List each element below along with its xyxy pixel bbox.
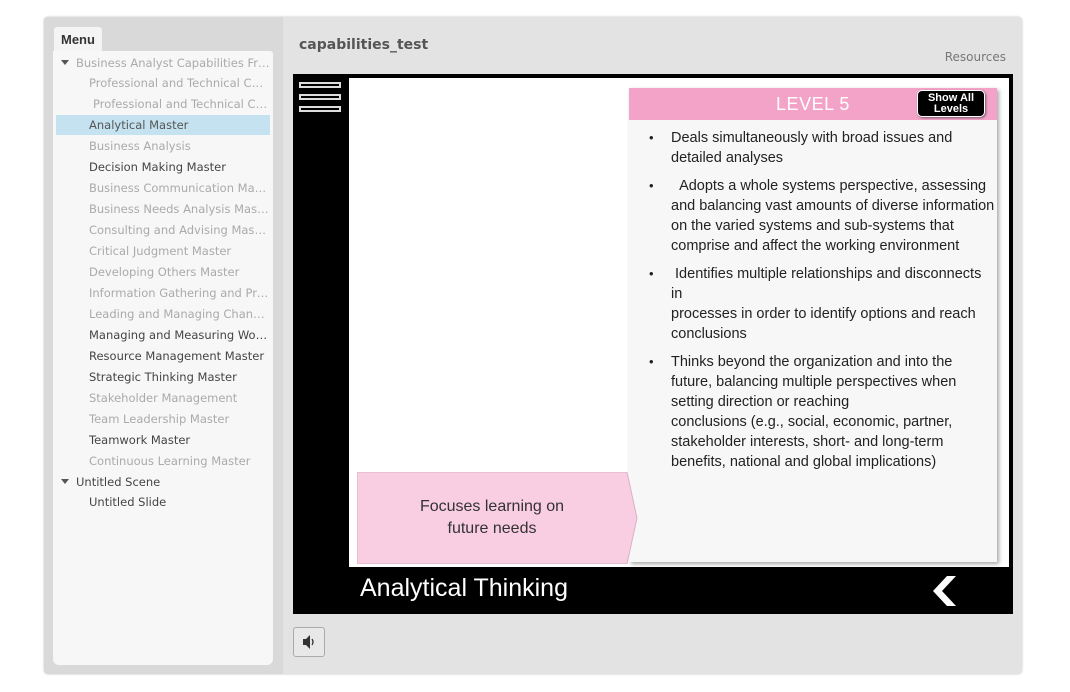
bullet-item: Adopts a whole systems perspective, asse… — [649, 176, 995, 256]
menu-item-slide[interactable]: Resource Management Master — [56, 346, 270, 366]
level-bullet-list: Deals simultaneously with broad issues a… — [649, 128, 995, 480]
project-title: capabilities_test — [299, 37, 429, 53]
menu-item-slide[interactable]: Business Analysis — [56, 136, 270, 156]
speaker-icon — [303, 635, 314, 649]
level-panel: LEVEL 5 Show All Levels Deals simultaneo… — [629, 88, 997, 562]
audio-button[interactable] — [293, 627, 325, 657]
menu-item-slide[interactable]: Professional and Technical Cap... — [56, 73, 270, 93]
menu-item-slide[interactable]: Decision Making Master — [56, 157, 270, 177]
menu-item-slide[interactable]: Teamwork Master — [56, 430, 270, 450]
menu-item-scene-capabilities[interactable]: Business Analyst Capabilities Fra... — [56, 53, 270, 73]
menu-item-slide[interactable]: Leading and Managing Change ... — [56, 304, 270, 324]
callout-line1: Focuses learning on — [419, 498, 565, 515]
chevron-left-icon[interactable] — [925, 574, 959, 608]
bullet-item: Thinks beyond the organization and into … — [649, 352, 995, 472]
slide-stage: LEVEL 5 Show All Levels Deals simultaneo… — [293, 74, 1013, 614]
sidebar: Menu Business Analyst Capabilities Fra..… — [44, 17, 283, 674]
main-area: capabilities_test Resources LEVEL 5 Show… — [283, 17, 1022, 674]
menu-item-slide[interactable]: Managing and Measuring Work ... — [56, 325, 270, 345]
menu-item-slide[interactable]: Critical Judgment Master — [56, 241, 270, 261]
menu-panel: Business Analyst Capabilities Fra... Pro… — [53, 51, 273, 665]
callout-text: Focuses learning on future needs — [357, 472, 627, 564]
callout-arrow-box: Focuses learning on future needs — [357, 472, 639, 564]
menu-item-slide[interactable]: Untitled Slide — [56, 492, 270, 512]
bullet-item: Identifies multiple relationships and di… — [649, 264, 995, 344]
menu-item-slide[interactable]: Team Leadership Master — [56, 409, 270, 429]
menu-tab[interactable]: Menu — [54, 27, 102, 51]
menu-item-scene-untitled[interactable]: Untitled Scene — [56, 472, 270, 492]
menu-item-slide[interactable]: Developing Others Master — [56, 262, 270, 282]
menu-item-label: Untitled Scene — [76, 475, 161, 489]
hamburger-menu-icon[interactable] — [299, 82, 341, 116]
menu-item-slide[interactable]: Strategic Thinking Master — [56, 367, 270, 387]
menu-item-label: Business Analyst Capabilities Fra... — [76, 56, 270, 70]
menu-item-slide[interactable]: Consulting and Advising Master — [56, 220, 270, 240]
resources-link[interactable]: Resources — [945, 50, 1006, 64]
menu-item-slide-selected[interactable]: Analytical Master — [56, 115, 270, 135]
menu-item-slide[interactable]: Information Gathering and Proc... — [56, 283, 270, 303]
show-all-label-line2: Levels — [933, 103, 969, 115]
show-all-levels-button[interactable]: Show All Levels — [917, 90, 985, 117]
menu-item-slide[interactable]: Continuous Learning Master — [56, 451, 270, 471]
slide-title: Analytical Thinking — [360, 574, 568, 602]
menu-item-slide[interactable]: Business Needs Analysis Master — [56, 199, 270, 219]
slide-content: LEVEL 5 Show All Levels Deals simultaneo… — [349, 78, 1009, 567]
player-window: Menu Business Analyst Capabilities Fra..… — [44, 17, 1022, 674]
level-title: LEVEL 5 — [776, 94, 850, 114]
menu-item-slide[interactable]: Business Communication Master — [56, 178, 270, 198]
bullet-item: Deals simultaneously with broad issues a… — [649, 128, 995, 168]
caret-down-icon — [61, 60, 69, 65]
menu-item-slide[interactable]: Professional and Technical Cap... — [56, 94, 270, 114]
callout-line2: future needs — [447, 520, 537, 537]
caret-down-icon — [61, 479, 69, 484]
menu-item-slide[interactable]: Stakeholder Management — [56, 388, 270, 408]
